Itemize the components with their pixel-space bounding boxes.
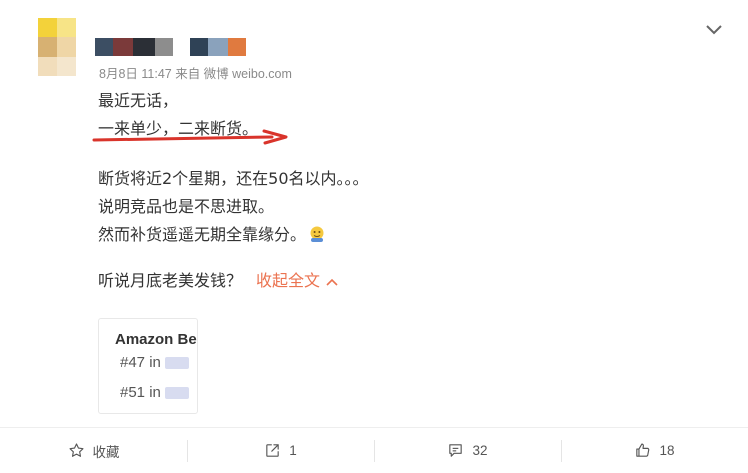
rank-text: #47 in <box>120 354 161 371</box>
post-meta: 8月8日 11:47 来自 微博 weibo.com <box>99 67 292 81</box>
collapse-text-button[interactable]: 收起全文 <box>256 271 338 290</box>
post-body: 最近无话， 一来单少，二来断货。 断货将近2个星期，还在50名以内。。。 说明竞… <box>98 87 369 295</box>
repost-button[interactable]: 1 <box>187 428 374 473</box>
post-line: 断货将近2个星期，还在50名以内。。。 <box>98 169 369 188</box>
rank-category-blurred <box>164 357 189 370</box>
action-bar: 收藏 1 32 18 <box>0 427 748 473</box>
post-line-with-emoji: 然而补货遥遥无期全靠缘分。 <box>98 221 369 249</box>
comment-button[interactable]: 32 <box>374 428 561 473</box>
emoji-icon <box>310 226 324 242</box>
post-line: 听说月底老美发钱？ <box>98 271 243 290</box>
rank-text: #51 in <box>120 384 161 401</box>
post-line-with-toggle: 听说月底老美发钱？ 收起全文 <box>98 267 369 295</box>
repost-count: 1 <box>289 443 297 458</box>
share-icon <box>266 444 279 457</box>
rank-line: #47 in <box>120 354 189 371</box>
like-count: 18 <box>659 443 675 458</box>
post-line: 然而补货遥遥无期全靠缘分。 <box>98 225 307 244</box>
avatar[interactable] <box>38 18 76 76</box>
comment-count: 32 <box>472 443 488 458</box>
star-icon <box>68 443 84 457</box>
image-card[interactable]: Amazon Be #47 in #51 in <box>98 318 198 414</box>
rank-category-blurred <box>164 387 189 400</box>
card-title: Amazon Be <box>115 331 197 348</box>
like-button[interactable]: 18 <box>561 428 748 473</box>
post-line: 说明竞品也是不思进取。 <box>98 197 275 216</box>
chevron-down-icon[interactable] <box>704 22 724 38</box>
comment-icon <box>449 444 463 457</box>
favorite-button[interactable]: 收藏 <box>0 428 187 473</box>
favorite-label: 收藏 <box>92 444 120 460</box>
rank-line: #51 in <box>120 384 189 401</box>
red-arrow-annotation <box>92 129 288 145</box>
collapse-label: 收起全文 <box>256 271 321 290</box>
thumbs-up-icon <box>636 443 650 457</box>
username-blurred[interactable] <box>95 38 173 56</box>
username-suffix-blurred <box>190 38 246 56</box>
chevron-up-icon <box>326 278 338 286</box>
post-line: 最近无话， <box>98 91 179 110</box>
